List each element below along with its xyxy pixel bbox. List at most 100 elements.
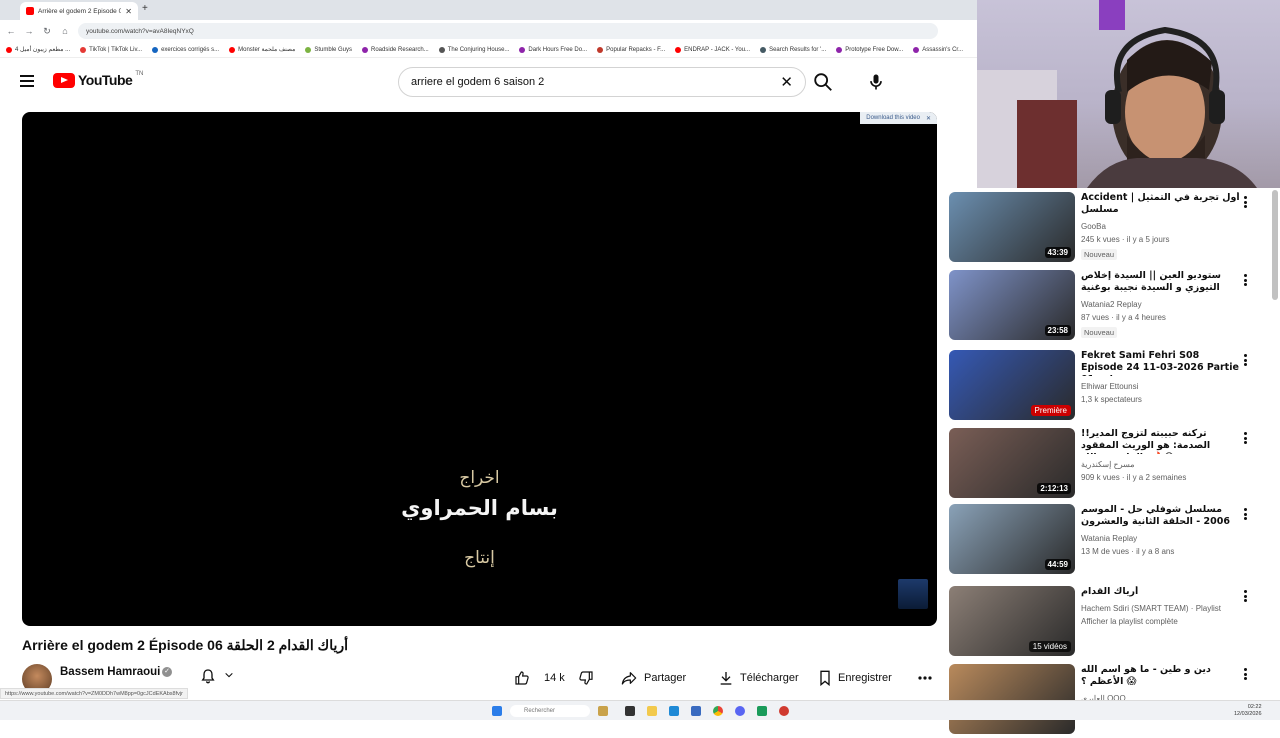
clear-search-icon[interactable]: ✕: [780, 73, 793, 91]
video-player[interactable]: Download this video ✕ اخراج بسام الحمراو…: [22, 112, 937, 626]
reload-icon[interactable]: ↻: [42, 26, 52, 37]
chevron-down-icon[interactable]: [224, 670, 234, 680]
close-tab-icon[interactable]: ✕: [125, 7, 132, 16]
thumbs-up-icon: [515, 671, 529, 685]
recommendation-item[interactable]: 44:59 مسلسل شوفلي حل - الموسم 2006 - الحل…: [949, 504, 1259, 578]
home-icon[interactable]: ⌂: [60, 26, 70, 36]
bookmark-item[interactable]: ENDRAP - JACK - You...: [675, 46, 751, 53]
video-thumbnail[interactable]: Première: [949, 350, 1075, 420]
recommendation-meta: ستوديو العين || السيدة إخلاص التيوزي و ا…: [1081, 270, 1241, 340]
video-thumbnail[interactable]: 2:12:13: [949, 428, 1075, 498]
taskbar-search[interactable]: Rechercher: [510, 705, 590, 717]
store-icon[interactable]: [691, 706, 701, 716]
more-vertical-icon[interactable]: [1243, 274, 1247, 286]
more-vertical-icon[interactable]: [1243, 196, 1247, 208]
more-vertical-icon[interactable]: [1243, 432, 1247, 444]
bookmark-item[interactable]: Assassin's Cr...: [913, 46, 963, 53]
recommendation-title[interactable]: مسلسل شوفلي حل - الموسم 2006 - الحلقة ال…: [1081, 504, 1241, 528]
recommendation-title[interactable]: دين و طين - ما هو اسم الله الأعظم ؟ 😱: [1081, 664, 1241, 688]
bookmark-item[interactable]: Popular Repacks - F...: [597, 46, 666, 53]
clock-date: 12/03/2026: [1234, 711, 1262, 717]
bookmark-item[interactable]: Prototype Free Dow...: [836, 46, 903, 53]
youtube-header: YouTube TN arriere el godem 6 saison 2 ✕: [0, 58, 980, 106]
bookmark-label: Popular Repacks - F...: [606, 46, 666, 53]
notification-bell-icon[interactable]: [200, 668, 216, 684]
microphone-icon[interactable]: [866, 71, 886, 93]
bookmark-item[interactable]: TikTok | TikTok Liv...: [80, 46, 143, 53]
dislike-button[interactable]: [578, 664, 594, 692]
youtube-logo[interactable]: YouTube TN: [53, 71, 143, 88]
address-bar[interactable]: youtube.com/watch?v=avA8IeqNYxQ: [78, 23, 938, 39]
bookmark-item[interactable]: The Conjuring House...: [438, 46, 509, 53]
recommendation-item[interactable]: 23:58 ستوديو العين || السيدة إخلاص التيوز…: [949, 270, 1259, 344]
sidebar-scrollbar[interactable]: [1272, 190, 1278, 300]
discord-icon[interactable]: [735, 706, 745, 716]
video-thumbnail[interactable]: 43:39: [949, 192, 1075, 262]
verified-check-icon: ✓: [162, 667, 172, 677]
recommendation-channel[interactable]: Hachem Sdiri (SMART TEAM) · Playlist: [1081, 604, 1241, 613]
share-button[interactable]: Partager: [620, 664, 686, 692]
excel-icon[interactable]: [757, 706, 767, 716]
recommendation-title[interactable]: أرياك القدام: [1081, 586, 1241, 598]
recommendation-stats[interactable]: Afficher la playlist complète: [1081, 617, 1241, 626]
browser-tab[interactable]: Arrière el godem 2 Épisode 06 ✕: [20, 2, 138, 20]
more-actions-button[interactable]: [918, 664, 932, 692]
recommendation-title[interactable]: ستوديو العين || السيدة إخلاص التيوزي و ا…: [1081, 270, 1241, 294]
recommendation-channel[interactable]: Elhiwar Ettounsi: [1081, 382, 1241, 391]
close-badge-icon[interactable]: ✕: [926, 115, 931, 122]
search-icon[interactable]: [812, 71, 834, 93]
more-vertical-icon[interactable]: [1243, 354, 1247, 366]
recommendation-channel[interactable]: Watania Replay: [1081, 534, 1241, 543]
thumbs-down-icon: [579, 671, 593, 685]
video-thumbnail[interactable]: 23:58: [949, 270, 1075, 340]
recommendation-title[interactable]: تركنه حبيبته لتزوج المدير!! الصدمة: هو ا…: [1081, 428, 1241, 454]
bookmark-item[interactable]: مطعم زيبون أميل 4 ...: [6, 46, 70, 53]
webcam-overlay: [977, 0, 1280, 188]
bookmark-item[interactable]: Monster مصنف ملحمة: [229, 46, 295, 53]
bookmark-item[interactable]: Dark Hours Free Do...: [519, 46, 587, 53]
recording-app-icon[interactable]: [779, 706, 789, 716]
save-button[interactable]: Enregistrer: [818, 664, 892, 692]
credit-role: اخراج: [459, 468, 500, 488]
channel-name[interactable]: Bassem Hamraoui: [60, 666, 160, 678]
task-view-icon[interactable]: [625, 706, 635, 716]
forward-icon[interactable]: →: [24, 26, 34, 36]
video-thumbnail[interactable]: 15 vidéos: [949, 586, 1075, 656]
recommendation-channel[interactable]: GooBa: [1081, 222, 1241, 231]
back-icon[interactable]: ←: [6, 26, 16, 36]
recommendation-item[interactable]: 2:12:13 تركنه حبيبته لتزوج المدير!! الصدم…: [949, 428, 1259, 502]
video-thumbnail[interactable]: [949, 664, 1075, 734]
channel-watermark[interactable]: [898, 579, 928, 609]
video-thumbnail[interactable]: 44:59: [949, 504, 1075, 574]
download-video-badge[interactable]: Download this video ✕: [860, 112, 937, 124]
recommendation-channel[interactable]: مسرح إسكندرية: [1081, 460, 1241, 469]
like-button[interactable]: 14 k: [514, 664, 565, 692]
bookmark-label: ENDRAP - JACK - You...: [684, 46, 751, 53]
chrome-icon[interactable]: [713, 706, 723, 716]
more-vertical-icon[interactable]: [1243, 668, 1247, 680]
taskbar-widget-icon[interactable]: [598, 706, 608, 716]
bookmark-item[interactable]: Stumble Guys: [305, 46, 352, 53]
recommendation-channel[interactable]: Watania2 Replay: [1081, 300, 1241, 309]
more-vertical-icon[interactable]: [1243, 590, 1247, 602]
recommendation-item[interactable]: Première Fekret Sami Fehri S08 Episode 24…: [949, 350, 1259, 424]
windows-start-icon[interactable]: [492, 706, 502, 716]
bookmark-item[interactable]: exercices corrigés s...: [152, 46, 219, 53]
more-vertical-icon[interactable]: [1243, 508, 1247, 520]
hamburger-menu-icon[interactable]: [20, 75, 34, 87]
recommendation-meta: دين و طين - ما هو اسم الله الأعظم ؟ 😱 الع…: [1081, 664, 1241, 703]
recommendation-title[interactable]: Accident أول تجربة في التمثيل | مسلسل: [1081, 192, 1241, 216]
bookmark-item[interactable]: Search Results for '...: [760, 46, 826, 53]
bookmark-item[interactable]: Roadside Research...: [362, 46, 429, 53]
recommendation-item[interactable]: 43:39 Accident أول تجربة في التمثيل | مسل…: [949, 192, 1259, 266]
taskbar-clock[interactable]: 02:22 12/03/2026: [1234, 704, 1262, 718]
bookmark-label: TikTok | TikTok Liv...: [89, 46, 143, 53]
download-video-label: Download this video: [866, 115, 920, 121]
search-input[interactable]: arriere el godem 6 saison 2 ✕: [398, 67, 806, 97]
edge-browser-icon[interactable]: [669, 706, 679, 716]
recommendation-title[interactable]: Fekret Sami Fehri S08 Episode 24 11-03-2…: [1081, 350, 1241, 376]
recommendation-item[interactable]: 15 vidéos أرياك القدام Hachem Sdiri (SMART…: [949, 586, 1259, 660]
new-tab-icon[interactable]: +: [142, 3, 148, 14]
download-button[interactable]: Télécharger: [718, 664, 799, 692]
file-explorer-icon[interactable]: [647, 706, 657, 716]
